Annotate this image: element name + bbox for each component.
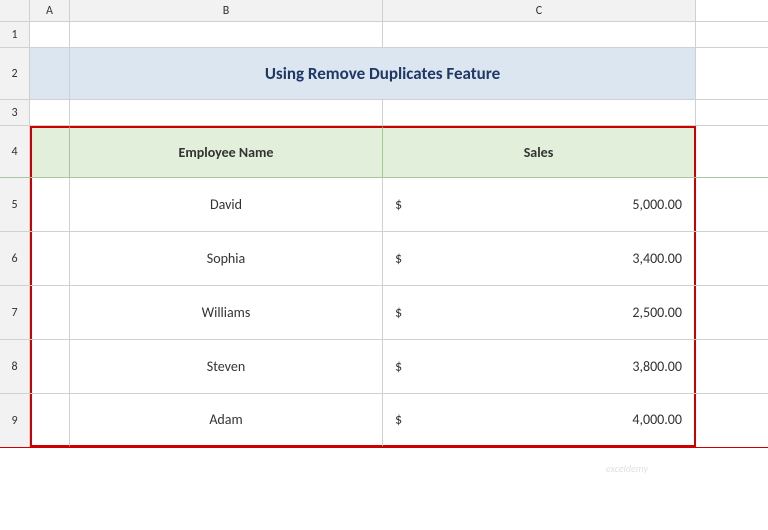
amount-9: 4,000.00 xyxy=(418,411,682,428)
amount-7: 2,500.00 xyxy=(418,304,682,321)
row-7: 7Williams$2,500.00 xyxy=(0,286,768,340)
table-header-sales: Sales xyxy=(383,126,696,177)
cell-6b-name: Sophia xyxy=(70,232,383,285)
row-8: 8Steven$3,800.00 xyxy=(0,340,768,394)
row-num-6: 6 xyxy=(0,232,30,285)
row-num-7: 7 xyxy=(0,286,30,339)
row-num-3: 3 xyxy=(0,100,30,125)
dollar-7: $ xyxy=(395,304,402,321)
row-5: 5David$5,000.00 xyxy=(0,178,768,232)
cell-5b-name: David xyxy=(70,178,383,231)
row-num-5: 5 xyxy=(0,178,30,231)
dollar-6: $ xyxy=(395,250,402,267)
spreadsheet: ABC12Using Remove Duplicates Feature34Em… xyxy=(0,0,768,530)
amount-6: 3,400.00 xyxy=(418,250,682,267)
cell-8c-sales: $3,800.00 xyxy=(383,340,696,393)
row-3: 3 xyxy=(0,100,768,126)
cell-7b-name: Williams xyxy=(70,286,383,339)
cell-9b-name: Adam xyxy=(70,394,383,447)
col-header-c: C xyxy=(383,0,696,21)
row-9: 9Adam$4,000.00 xyxy=(0,394,768,448)
row-num-9: 9 xyxy=(0,394,30,447)
row-num-4: 4 xyxy=(0,126,30,177)
row-6: 6Sophia$3,400.00 xyxy=(0,232,768,286)
row-num-8: 8 xyxy=(0,340,30,393)
table-header-name: Employee Name xyxy=(70,126,383,177)
dollar-9: $ xyxy=(395,411,402,428)
amount-8: 3,800.00 xyxy=(418,358,682,375)
row-4: 4 Employee NameSales xyxy=(0,126,768,178)
cell-5c-sales: $5,000.00 xyxy=(383,178,696,231)
row-num-1: 1 xyxy=(0,22,30,47)
col-header-a: A xyxy=(30,0,70,21)
cell-7c-sales: $2,500.00 xyxy=(383,286,696,339)
amount-5: 5,000.00 xyxy=(418,196,682,213)
row-2: 2 Using Remove Duplicates Feature xyxy=(0,48,768,100)
dollar-5: $ xyxy=(395,196,402,213)
row-1: 1 xyxy=(0,22,768,48)
dollar-8: $ xyxy=(395,358,402,375)
cell-6c-sales: $3,400.00 xyxy=(383,232,696,285)
cell-8b-name: Steven xyxy=(70,340,383,393)
col-headers-row: ABC xyxy=(0,0,768,22)
title-cell: Using Remove Duplicates Feature xyxy=(70,48,696,99)
row-num-2: 2 xyxy=(0,48,30,99)
watermark: exceldemy xyxy=(606,462,648,475)
col-header-b: B xyxy=(70,0,383,21)
cell-9c-sales: $4,000.00 xyxy=(383,394,696,447)
